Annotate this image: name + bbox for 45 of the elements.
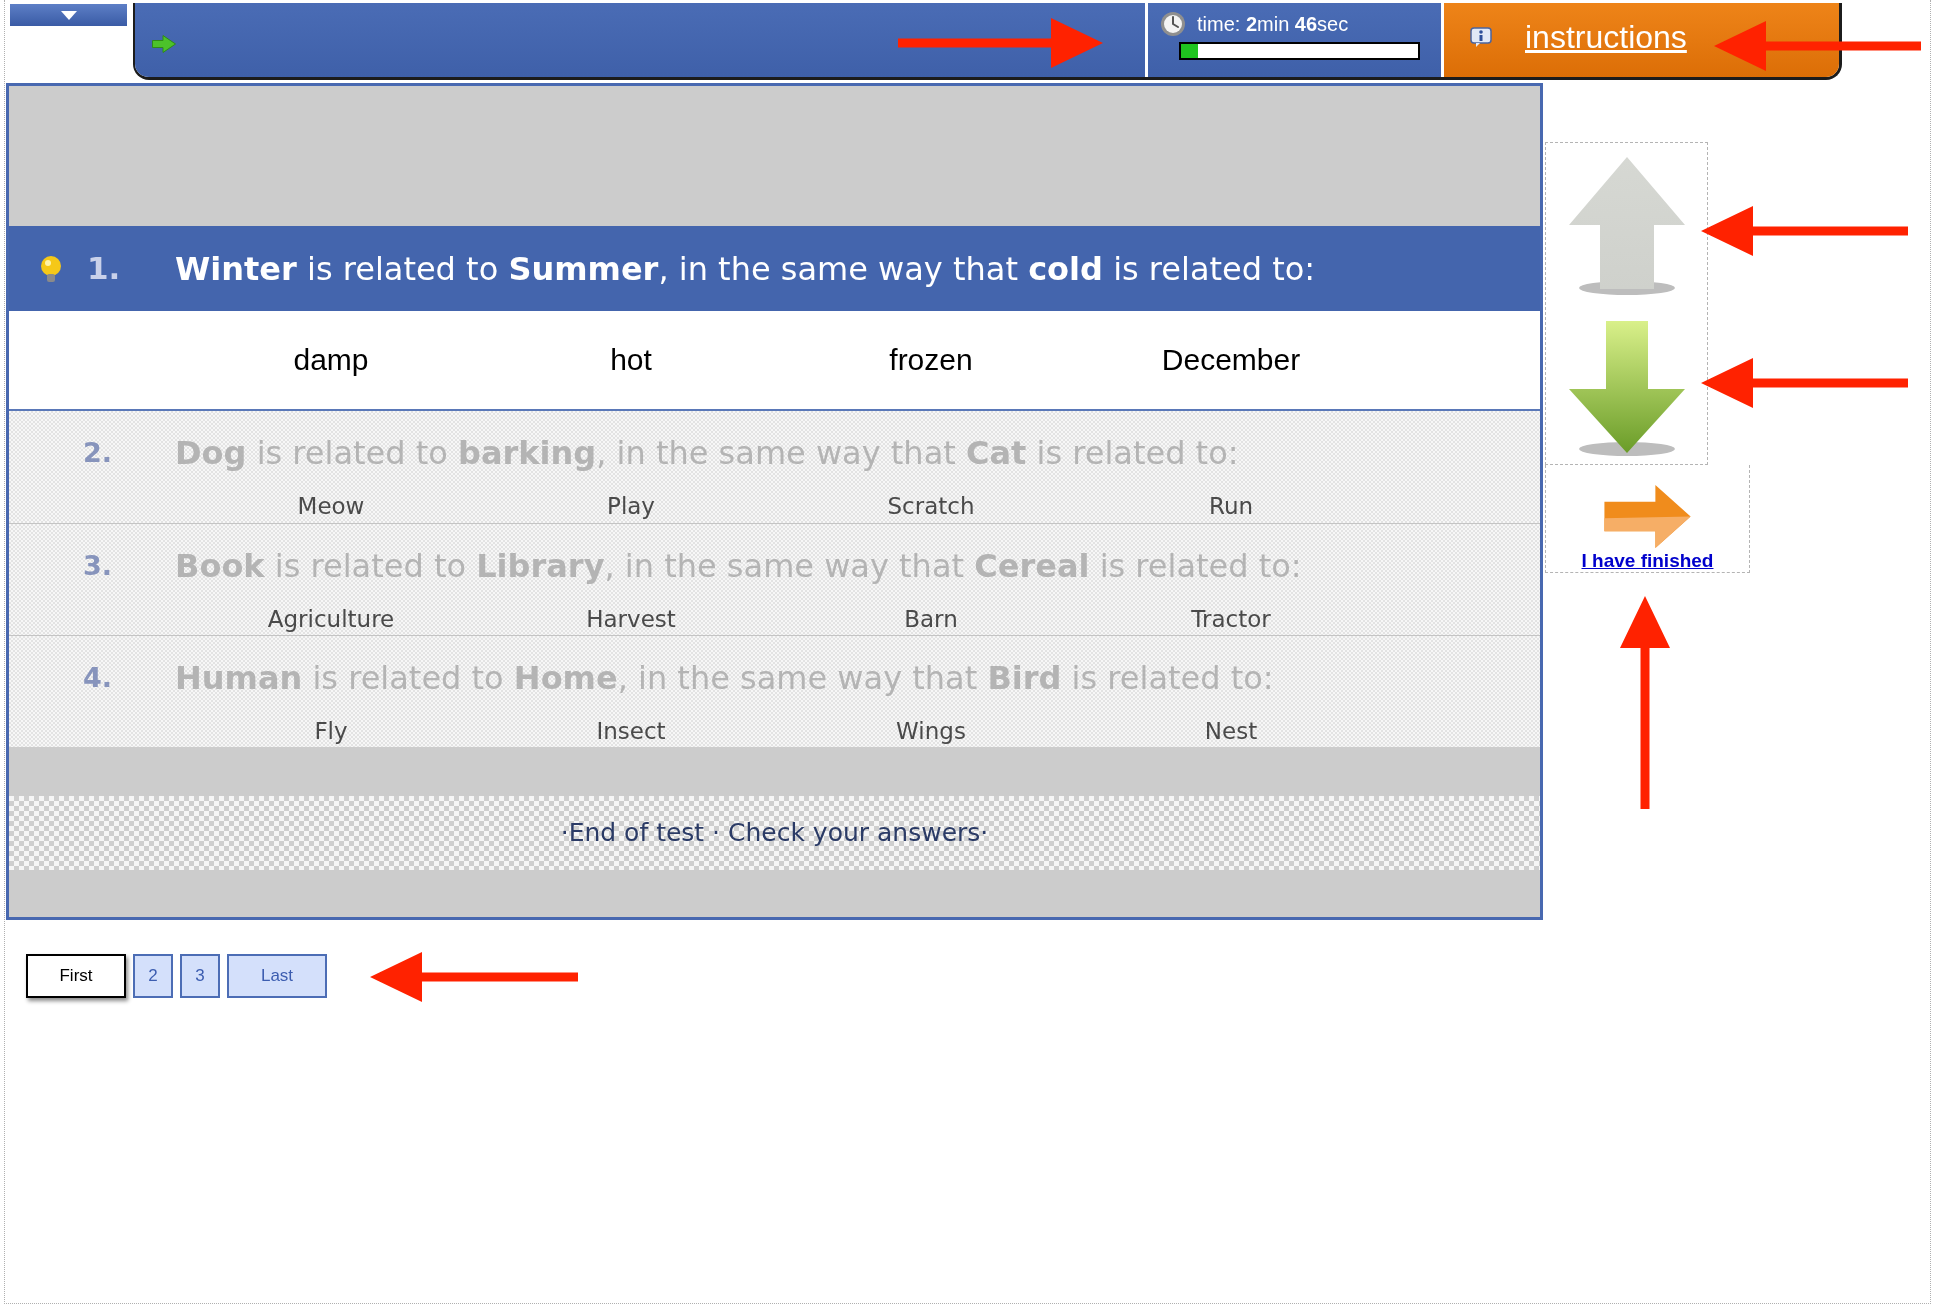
dropdown-button[interactable] (10, 4, 127, 26)
info-icon (1470, 27, 1492, 47)
answer-option[interactable]: Insect (596, 718, 666, 744)
page-button[interactable]: 2 (133, 954, 173, 998)
question-text: Book is related to Library, in the same way that Cereal is related to: (175, 546, 1302, 587)
question-text: Human is related to Home, in the same way that Bird is related to: (175, 658, 1274, 699)
answer-option[interactable]: Run (1208, 493, 1254, 519)
page-button[interactable]: First (26, 954, 126, 998)
page-button[interactable]: Last (227, 954, 327, 998)
answer-option[interactable]: December (1161, 342, 1301, 378)
answer-option[interactable]: Wings (896, 718, 966, 744)
answer-option[interactable]: Barn (904, 606, 958, 632)
lightbulb-icon (40, 255, 62, 282)
answer-option[interactable]: Nest (1204, 718, 1258, 744)
answer-option[interactable]: hot (610, 342, 652, 378)
caret-down-icon (60, 10, 77, 20)
clock-icon (1160, 11, 1186, 37)
question-text: Winter is related to Summer, in the same way that cold is related to: (175, 248, 1316, 290)
finish-link[interactable]: I have finished (1581, 550, 1714, 572)
pointer-arrow-icon (1620, 596, 1670, 809)
question-number: 2. (83, 435, 113, 470)
answer-option[interactable]: Harvest (586, 606, 676, 632)
answer-option[interactable]: Scratch (887, 493, 975, 519)
answer-option[interactable]: frozen (889, 342, 973, 378)
question-number: 3. (83, 548, 113, 583)
answer-option[interactable]: Agriculture (267, 606, 395, 632)
answer-option[interactable]: Meow (297, 493, 365, 519)
question-text: Dog is related to barking, in the same way that Cat is related to: (175, 433, 1239, 474)
timer-text: time: 2min 46sec (1197, 12, 1349, 36)
page-button[interactable]: 3 (180, 954, 220, 998)
answer-option[interactable]: Play (607, 493, 655, 519)
right-arrow-icon[interactable] (1601, 485, 1694, 548)
question-number: 4. (83, 660, 113, 695)
pointer-arrow-icon (1714, 21, 1921, 71)
answer-option[interactable]: Tractor (1191, 606, 1271, 632)
answer-option[interactable]: Fly (314, 718, 348, 744)
end-of-test-message: ·End of test · Check your answers· (560, 817, 989, 850)
right-arrow-icon[interactable] (152, 35, 176, 53)
pointer-arrow-icon (370, 952, 578, 1002)
pointer-arrow-icon (1701, 206, 1908, 256)
pointer-arrow-icon (1701, 358, 1908, 408)
question-number: 1. (87, 249, 121, 289)
answer-option[interactable]: damp (293, 342, 369, 378)
down-arrow-icon[interactable] (1568, 321, 1685, 457)
pointer-arrow-icon (898, 18, 1103, 68)
